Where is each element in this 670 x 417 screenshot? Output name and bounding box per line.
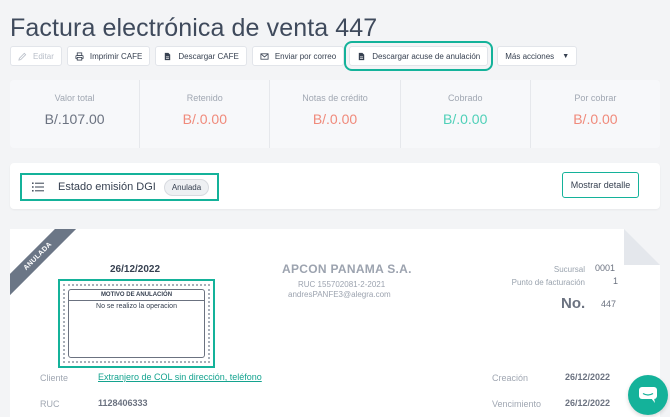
invoice-date: 26/12/2022 [110,264,161,275]
summary-retained: Retenido B/.0.00 [140,80,271,148]
download-annulment-label: Descargar acuse de anulación [372,51,481,61]
send-email-label: Enviar por correo [274,51,337,61]
more-actions-dropdown[interactable]: Más acciones ▼ [497,46,578,66]
list-icon [32,182,44,192]
client-link[interactable]: Extranjero de COL sin dirección, teléfon… [98,372,262,382]
summary-value: B/.0.00 [443,111,488,127]
due-value: 26/12/2022 [565,398,611,408]
due-label: Vencimiento [492,399,542,409]
download-cafe-label: Descargar CAFE [178,51,239,61]
annulment-reason: No se realizo la operacion [96,303,177,310]
mail-icon [260,52,269,60]
created-label: Creación [492,373,529,383]
annulment-panel: MOTIVO DE ANULACIÓN No se realizo la ope… [68,289,205,358]
download-annulment-button[interactable]: Descargar acuse de anulación [344,41,494,71]
download-cafe-button[interactable]: Descargar CAFE [155,46,247,66]
page-title: Factura electrónica de venta 447 [10,14,378,42]
annulment-heading: MOTIVO DE ANULACIÓN [69,290,204,301]
printer-icon [75,51,84,61]
summary-receivable: Por cobrar B/.0.00 [531,80,660,148]
edit-button[interactable]: Editar [10,46,62,66]
dgi-status-card: Estado emisión DGI Anulada Mostrar detal… [10,163,660,209]
chevron-down-icon: ▼ [562,52,570,60]
summary-value: B/.0.00 [312,111,358,127]
summary-value: B/.0.00 [573,111,618,127]
summary-label: Por cobrar [574,93,617,103]
pencil-icon [18,52,27,61]
summary-value: B/.107.00 [44,111,105,127]
dgi-status: Estado emisión DGI Anulada [20,173,219,201]
client-label: Cliente [40,373,69,383]
summary-label: Valor total [54,93,95,103]
billing-point-label: Punto de facturación [511,278,585,287]
annulment-reason-box: MOTIVO DE ANULACIÓN No se realizo la ope… [58,279,215,368]
company-name: APCON PANAMA S.A. [282,262,412,276]
branch-value: 0001 [595,263,616,273]
company-ruc: RUC 155702081-2-2021 [298,280,386,289]
dgi-status-label: Estado emisión DGI [58,181,156,193]
print-cafe-label: Imprimir CAFE [89,51,143,61]
more-actions-label: Más acciones [505,51,555,61]
summary-label: Retenido [186,93,223,103]
send-email-button[interactable]: Enviar por correo [251,46,345,66]
edit-button-label: Editar [33,51,54,61]
chat-button[interactable] [628,375,668,415]
status-badge: Anulada [163,178,210,196]
invoice-summary: Valor total B/.107.00 Retenido B/.0.00 N… [10,80,660,148]
page-fold [624,229,660,265]
show-detail-button[interactable]: Mostrar detalle [562,172,639,198]
invoice-number: 447 [601,299,617,309]
billing-point-value: 1 [613,276,619,286]
invoice-preview: ANULADA 26/12/2022 MOTIVO DE ANULACIÓN N… [10,229,660,417]
company-email: andresPANFE3@alegra.com [288,290,391,299]
branch-label: Sucursal [553,265,585,274]
document-icon [358,52,365,60]
summary-value: B/.0.00 [182,111,227,127]
client-ruc-value: 1128406333 [98,398,148,408]
invoice-number-label: No. [561,295,586,312]
action-toolbar: Editar Imprimir CAFE Descargar CAFE Envi… [10,41,582,71]
summary-label: Cobrado [447,93,483,103]
created-value: 26/12/2022 [565,372,611,382]
chat-icon [639,387,657,403]
print-cafe-button[interactable]: Imprimir CAFE [66,46,151,66]
document-icon [165,52,171,60]
summary-credit-notes: Notas de crédito B/.0.00 [270,80,401,148]
client-ruc-label: RUC [40,399,60,409]
summary-collected: Cobrado B/.0.00 [401,80,531,148]
summary-label: Notas de crédito [302,93,368,103]
summary-total: Valor total B/.107.00 [10,80,141,148]
